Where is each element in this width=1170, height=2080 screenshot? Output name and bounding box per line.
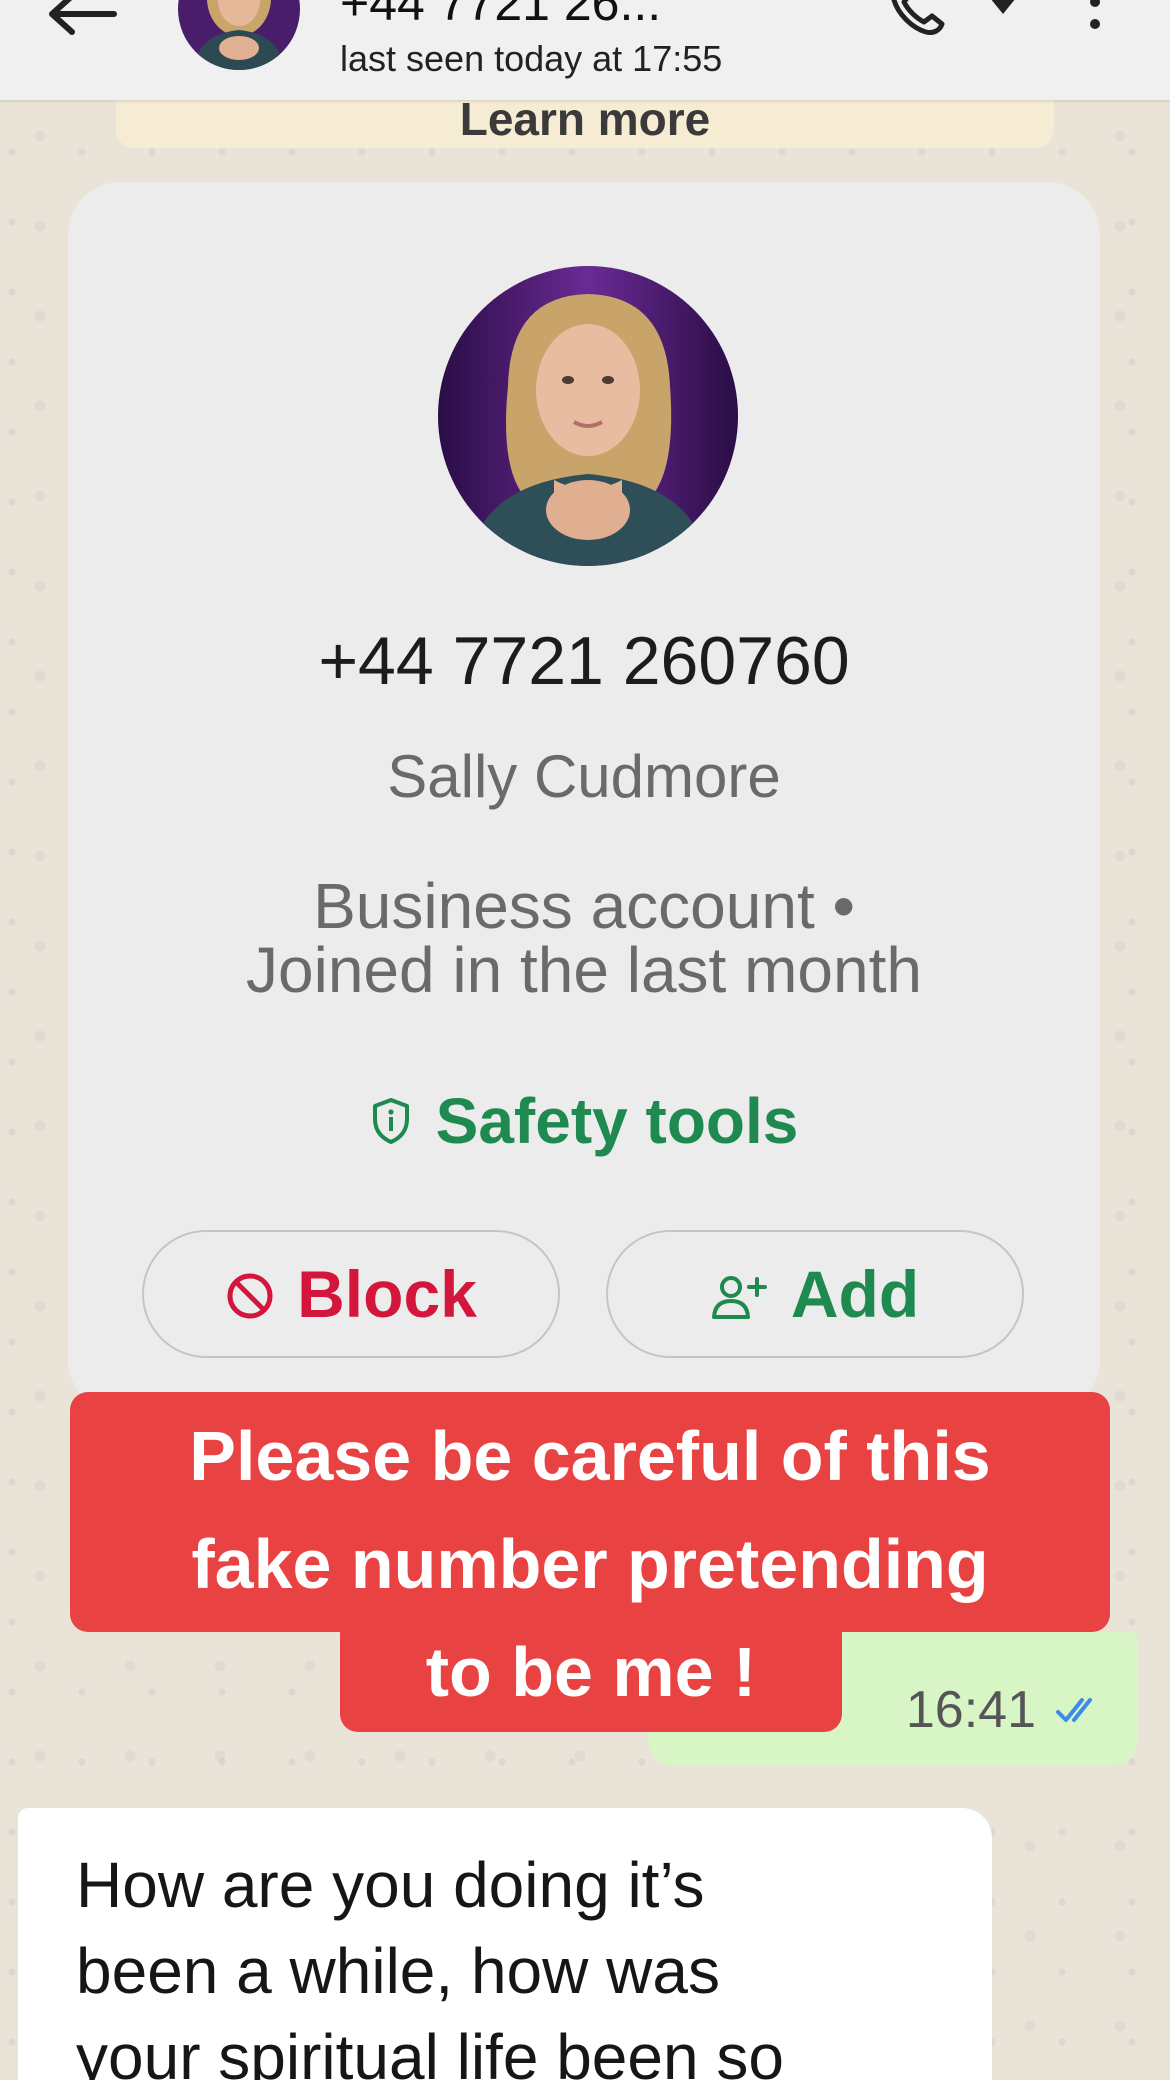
learn-more-link[interactable]: Learn more xyxy=(116,92,1054,146)
contact-name: Sally Cudmore xyxy=(387,743,781,810)
message-time: 16:41 xyxy=(905,1681,1036,1739)
add-contact-button[interactable]: Add xyxy=(606,1230,1024,1358)
account-type: Business account • xyxy=(313,870,855,942)
contact-avatar[interactable] xyxy=(438,266,738,566)
warning-line-2: fake number pretending xyxy=(191,1525,989,1603)
contact-title[interactable]: +44 7721 26... xyxy=(340,0,840,32)
joined-info: Joined in the last month xyxy=(246,934,922,1006)
account-info: Business account • Joined in the last mo… xyxy=(68,874,1100,1002)
header-avatar[interactable] xyxy=(178,0,300,70)
incoming-message[interactable]: How are you doing it’s been a while, how… xyxy=(18,1808,992,2080)
warning-line-3: to be me ! xyxy=(425,1633,757,1711)
double-check-icon xyxy=(1056,1698,1092,1722)
warning-line-1: Please be careful of this xyxy=(189,1417,991,1495)
incoming-message-text: How are you doing it’s been a while, how… xyxy=(76,1849,784,2080)
last-seen-status: last seen today at 17:55 xyxy=(340,38,723,79)
shield-icon xyxy=(372,1098,409,1144)
chevron-down-icon[interactable] xyxy=(988,0,1018,20)
safety-tools-label: Safety tools xyxy=(435,1085,799,1157)
contact-info-card: +44 7721 260760 Sally Cudmore Business a… xyxy=(68,182,1100,1412)
safety-tools-button[interactable]: Safety tools xyxy=(68,1084,1100,1158)
back-arrow-icon[interactable] xyxy=(40,0,120,42)
add-person-icon xyxy=(711,1276,767,1319)
chat-header: +44 7721 26... last seen today at 17:55 xyxy=(0,0,1170,100)
more-vertical-icon[interactable] xyxy=(1080,0,1110,42)
block-circle-icon xyxy=(227,1273,273,1319)
block-button[interactable]: Block xyxy=(142,1230,560,1358)
contact-phone-number: +44 7721 260760 xyxy=(318,623,850,699)
block-label: Block xyxy=(297,1257,477,1331)
phone-icon[interactable] xyxy=(888,0,946,38)
add-label: Add xyxy=(790,1257,920,1331)
